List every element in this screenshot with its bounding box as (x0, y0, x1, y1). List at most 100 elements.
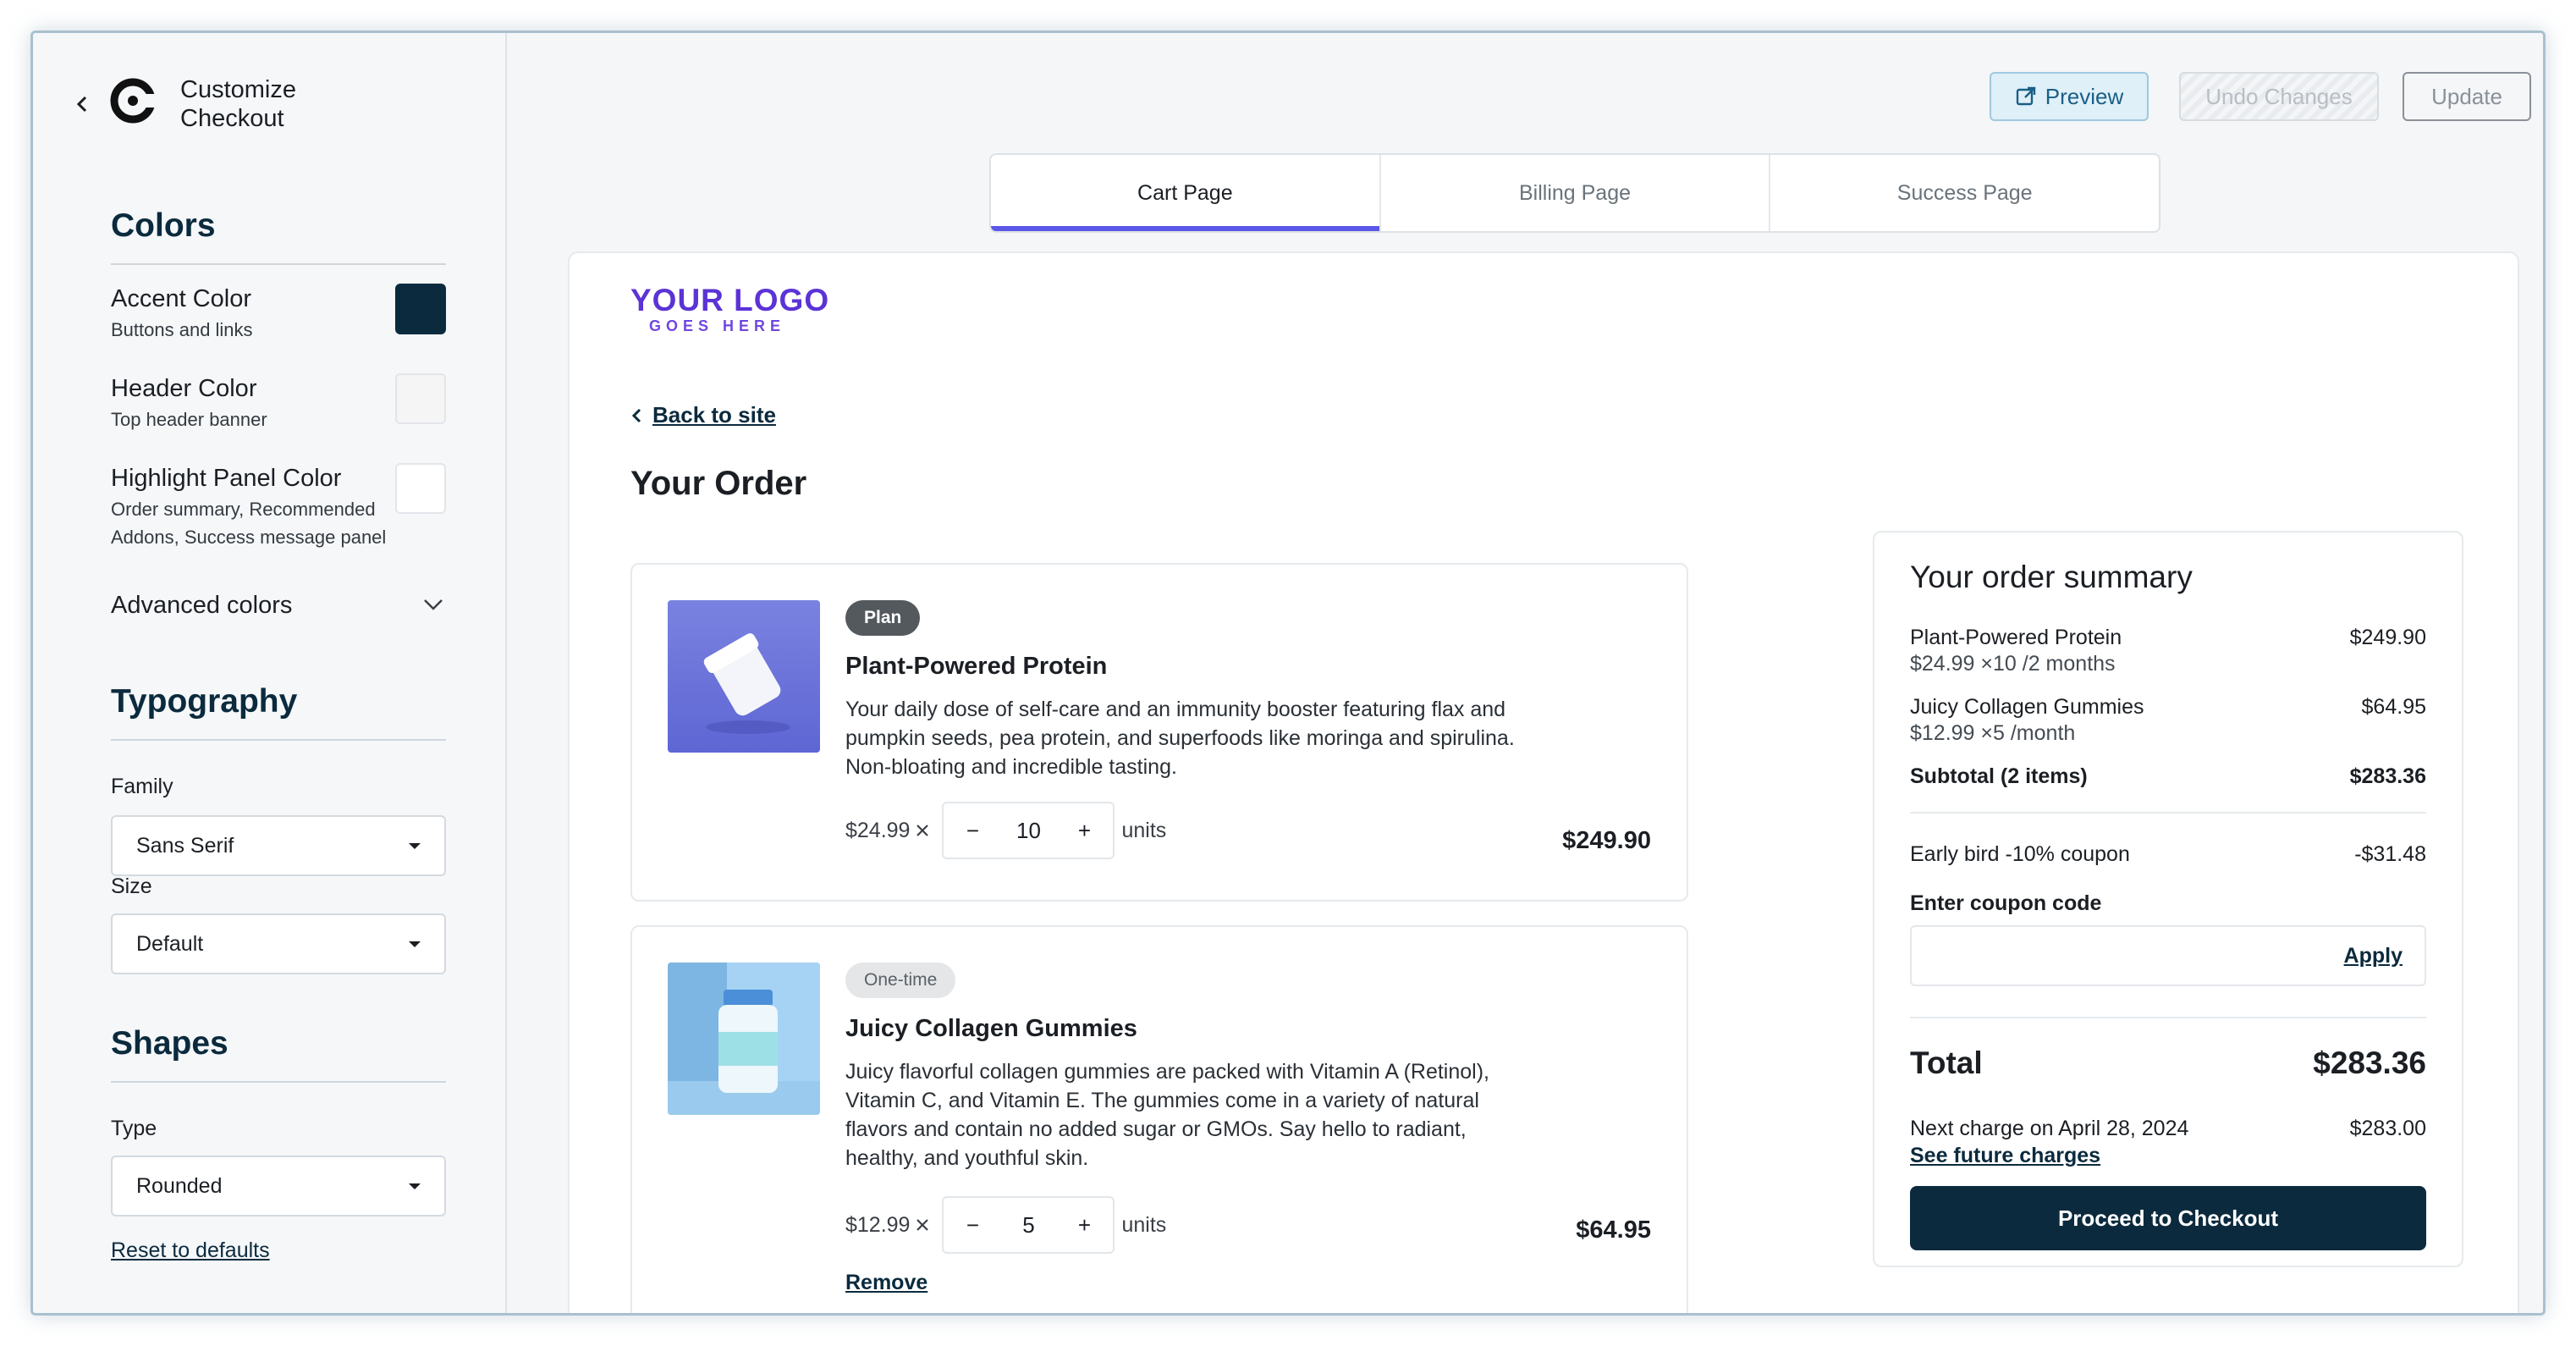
font-family-select[interactable]: Sans Serif (111, 815, 446, 876)
sidebar-title-line1: Customize (180, 76, 296, 103)
highlight-color-row: Highlight Panel Color Order summary, Rec… (111, 463, 446, 551)
colors-heading: Colors (111, 207, 216, 244)
reset-defaults-link[interactable]: Reset to defaults (111, 1238, 270, 1263)
font-size-value: Default (136, 931, 204, 956)
shape-type-value: Rounded (136, 1173, 223, 1198)
brand-logo-icon (110, 78, 158, 124)
remove-item-link[interactable]: Remove (845, 1271, 927, 1295)
total-amount: $283.36 (2313, 1045, 2426, 1080)
next-charge-label: Next charge on April 28, 2024 (1910, 1117, 2189, 1140)
divider (111, 263, 446, 265)
preview-button-label: Preview (2045, 83, 2124, 109)
advanced-colors-label: Advanced colors (111, 592, 293, 619)
summary-line-detail: $12.99 ×5 /month (1910, 721, 2076, 745)
sidebar-title: Customize Checkout (180, 75, 296, 133)
size-label: Size (111, 874, 152, 898)
apply-coupon-button[interactable]: Apply (2344, 944, 2403, 968)
proceed-to-checkout-button[interactable]: Proceed to Checkout (1910, 1186, 2426, 1250)
tab-billing-page[interactable]: Billing Page (1381, 155, 1771, 231)
tab-success-page[interactable]: Success Page (1770, 155, 2159, 231)
header-color-row: Header Color Top header banner (111, 373, 446, 433)
shapes-heading: Shapes (111, 1025, 228, 1062)
decrement-button[interactable]: − (944, 1212, 1001, 1238)
chevron-left-icon (631, 408, 641, 422)
order-heading: Your Order (630, 465, 807, 502)
product-description: Juicy flavorful collagen gummies are pac… (845, 1060, 1489, 1170)
back-to-site-label: Back to site (652, 402, 776, 428)
summary-line-detail: $24.99 ×10 /2 months (1910, 652, 2116, 676)
units-label: units (1121, 818, 1167, 842)
advanced-colors-toggle[interactable]: Advanced colors (111, 592, 446, 620)
product-image-protein (668, 600, 820, 753)
customize-sidebar: Customize Checkout Colors Accent Color B… (33, 33, 507, 1313)
next-charge-row: Next charge on April 28, 2024 $283.00 (1910, 1117, 2426, 1141)
summary-line-amount: $64.95 (2361, 695, 2426, 719)
quantity-stepper[interactable]: − 5 + (942, 1196, 1115, 1254)
header-color-swatch[interactable] (395, 373, 446, 424)
logo-line1: YOUR LOGO (630, 283, 830, 317)
accent-color-row: Accent Color Buttons and links (111, 284, 446, 344)
divider (1910, 812, 2426, 814)
highlight-color-swatch[interactable] (395, 463, 446, 514)
quantity-row: $24.99 − 10 + units (845, 802, 1166, 859)
coupon-input[interactable]: Apply (1910, 925, 2426, 986)
tab-cart-page[interactable]: Cart Page (991, 155, 1381, 231)
increment-button[interactable]: + (1055, 818, 1113, 844)
type-label: Type (111, 1117, 157, 1140)
checkout-preview: YOUR LOGO GOES HERE Back to site Your Or… (568, 251, 2519, 1313)
back-chevron-icon[interactable] (69, 87, 96, 121)
product-name: Plant-Powered Protein (845, 653, 1108, 680)
caret-down-icon (409, 941, 421, 947)
multiply-icon (916, 1219, 929, 1231)
divider (111, 739, 446, 741)
update-button[interactable]: Update (2403, 72, 2531, 121)
line-total: $249.90 (1562, 827, 1651, 854)
line-total: $64.95 (1576, 1216, 1651, 1244)
coupon-input-label: Enter coupon code (1910, 891, 2102, 915)
caret-down-icon (409, 1183, 421, 1189)
quantity-value[interactable]: 5 (1001, 1212, 1055, 1238)
product-name: Juicy Collagen Gummies (845, 1015, 1137, 1042)
subtotal-row: Subtotal (2 items) $283.36 (1910, 764, 2426, 789)
decrement-button[interactable]: − (944, 818, 1001, 844)
caret-down-icon (409, 842, 421, 849)
font-family-value: Sans Serif (136, 833, 234, 858)
store-logo: YOUR LOGO GOES HERE (630, 284, 829, 335)
chevron-down-icon (424, 599, 443, 610)
shape-type-select[interactable]: Rounded (111, 1156, 446, 1216)
next-charge-amount: $283.00 (2349, 1117, 2426, 1140)
preview-button[interactable]: Preview (1990, 72, 2149, 121)
summary-line-name: Plant-Powered Protein (1910, 626, 2122, 649)
product-description: Your daily dose of self-care and an immu… (845, 698, 1515, 779)
divider (1910, 1017, 2426, 1018)
subtotal-label: Subtotal (2 items) (1910, 764, 2088, 788)
summary-line-name: Juicy Collagen Gummies (1910, 695, 2144, 719)
total-label: Total (1910, 1045, 1983, 1080)
quantity-stepper[interactable]: − 10 + (942, 802, 1115, 859)
font-size-select[interactable]: Default (111, 913, 446, 974)
highlight-color-sub: Order summary, Recommended Addons, Succe… (111, 499, 387, 548)
back-to-site-link[interactable]: Back to site (630, 402, 776, 428)
unit-price: $24.99 (845, 818, 911, 842)
summary-line-amount: $249.90 (2349, 626, 2426, 649)
product-image-gummies (668, 963, 820, 1115)
coupon-amount: -$31.48 (2354, 842, 2426, 866)
quantity-value[interactable]: 10 (1001, 818, 1055, 844)
accent-color-swatch[interactable] (395, 284, 446, 334)
cart-item: One-time Juicy Collagen Gummies Juicy fl… (630, 925, 1688, 1313)
one-time-badge: One-time (845, 963, 956, 998)
see-future-charges-link[interactable]: See future charges (1910, 1144, 2100, 1168)
summary-line: Plant-Powered Protein $24.99 ×10 /2 mont… (1910, 626, 2426, 676)
external-link-icon (2016, 86, 2035, 106)
divider (111, 1081, 446, 1083)
coupon-row: Early bird -10% coupon -$31.48 (1910, 842, 2426, 867)
plan-badge: Plan (845, 600, 921, 636)
coupon-label: Early bird -10% coupon (1910, 842, 2130, 866)
undo-changes-button[interactable]: Undo Changes (2179, 72, 2379, 121)
sidebar-title-line2: Checkout (180, 105, 284, 132)
increment-button[interactable]: + (1055, 1212, 1113, 1238)
family-label: Family (111, 775, 173, 798)
app-window: Customize Checkout Colors Accent Color B… (30, 30, 2546, 1316)
total-row: Total $283.36 (1910, 1045, 2426, 1081)
order-summary-panel: Your order summary Plant-Powered Protein… (1873, 531, 2463, 1267)
